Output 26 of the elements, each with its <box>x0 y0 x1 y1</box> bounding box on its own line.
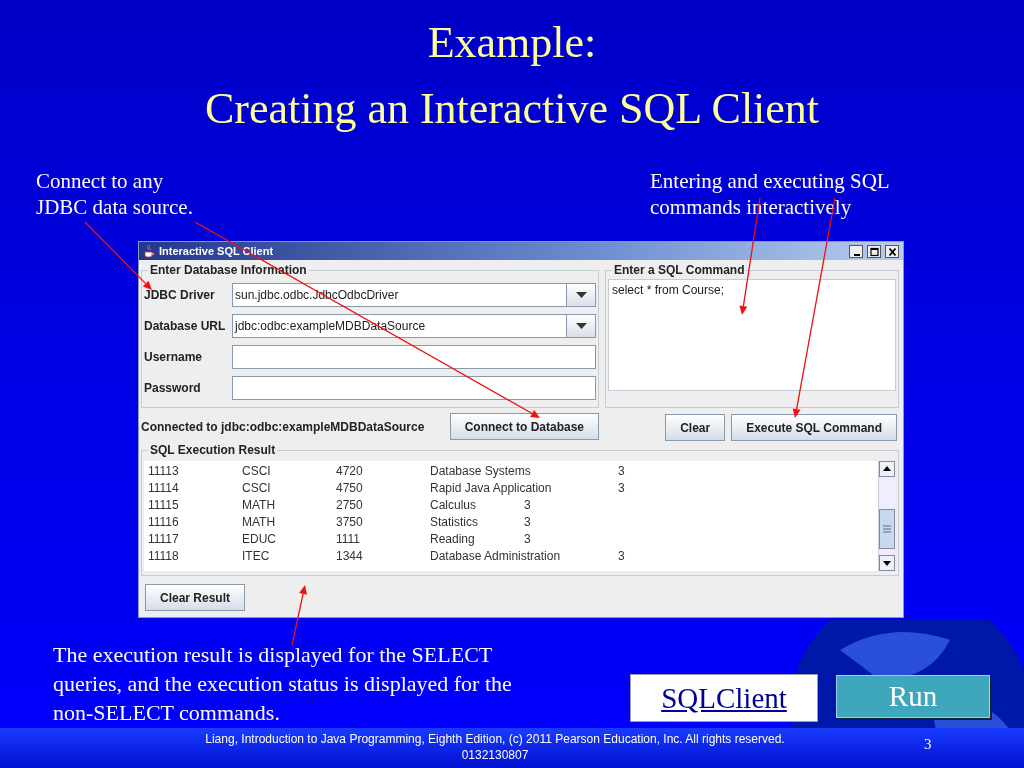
result-line: 11114 CSCI 4750 Rapid Java Application 3 <box>148 480 626 497</box>
field-label: Database URL <box>144 318 227 333</box>
clear-result-button[interactable]: Clear Result <box>145 584 246 611</box>
slide-link[interactable]: SQLClient <box>630 674 818 722</box>
command-field[interactable]: select * from Course; <box>608 279 896 391</box>
result-line: 11113 CSCI 4720 Database Systems 3 <box>148 463 626 480</box>
field-label: JDBC Driver <box>144 287 216 302</box>
page-number: 3 <box>924 736 932 753</box>
result-line: 11116 MATH 3750 Statistics 3 <box>148 514 532 531</box>
result-line: 11118 ITEC 1344 Database Administration 3 <box>148 548 626 565</box>
result-line: 11115 MATH 2750 Calculus 3 <box>148 497 532 514</box>
slide-title: Creating an Interactive SQL Client <box>204 83 820 135</box>
field-label: Username <box>144 349 204 364</box>
slide-title: Example: <box>427 17 597 69</box>
note-text: The execution result is displayed for the SELECT queries, and the execution status is displayed for the non-SELECT commands. <box>53 641 513 727</box>
panel-legend: SQL Execution Result <box>148 443 278 457</box>
callout-text: Connect to any JDBC data source. <box>36 168 194 220</box>
execute-button[interactable]: Execute SQL Command <box>731 414 897 441</box>
clear-button[interactable]: Clear <box>665 414 726 441</box>
panel-legend: Enter a SQL Command <box>612 263 747 277</box>
footer-text: Liang, Introduction to Java Programming, Eighth Edition, (c) 2011 Pearson Education, Inc. All rights reserved. 0132130807 <box>204 731 786 763</box>
status-text: Connected to jdbc:odbc:exampleMDBDataSource <box>141 419 425 434</box>
window-title: Interactive SQL Client <box>159 245 275 257</box>
field-label: Password <box>144 380 202 395</box>
result-line: 11117 EDUC 1111 Reading 3 <box>148 531 532 548</box>
connect-button[interactable]: Connect to Database <box>449 413 599 440</box>
